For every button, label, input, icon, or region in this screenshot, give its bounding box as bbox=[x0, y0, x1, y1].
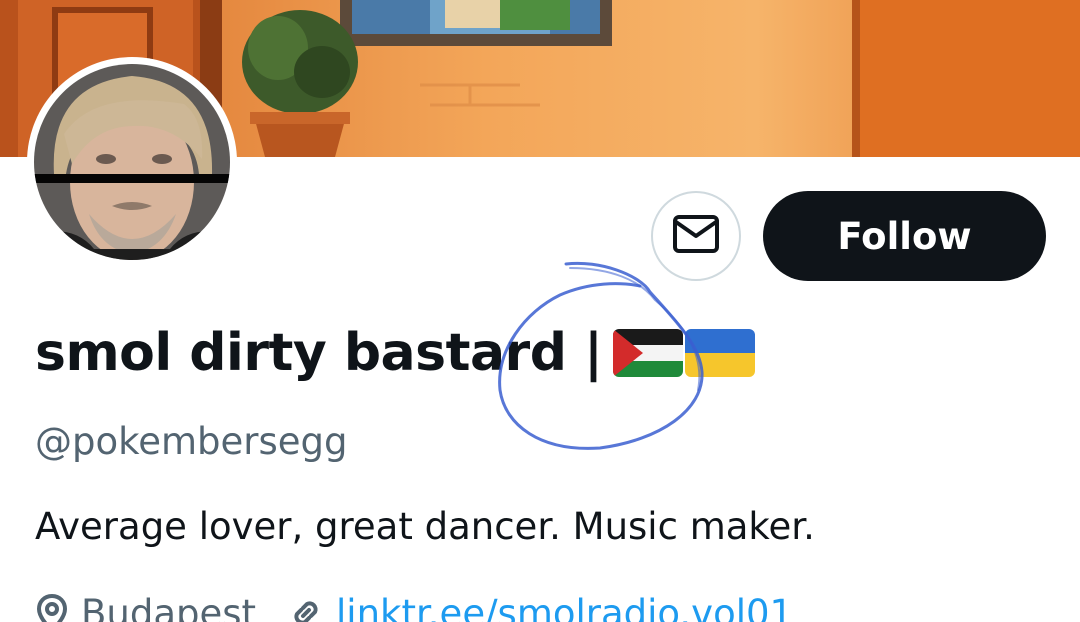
follow-button-label: Follow bbox=[837, 214, 972, 258]
location-text: Budapest bbox=[81, 591, 257, 622]
profile-meta-row: Budapest linktr.ee/smolradio.vol01 bbox=[35, 588, 793, 622]
display-name: smol dirty bastard | bbox=[35, 318, 755, 388]
profile-link[interactable]: linktr.ee/smolradio.vol01 bbox=[336, 592, 793, 622]
location-item: Budapest bbox=[35, 592, 256, 622]
link-icon bbox=[288, 595, 336, 622]
location-pin-icon bbox=[35, 593, 81, 622]
profile-handle: @pokembersegg bbox=[35, 420, 348, 463]
display-name-text: smol dirty bastard | bbox=[35, 323, 603, 383]
mail-icon bbox=[672, 214, 720, 259]
ukraine-flag-icon bbox=[684, 327, 755, 379]
avatar-photo bbox=[34, 64, 230, 260]
profile-page: Follow smol dirty bastard | @pokemberseg… bbox=[0, 0, 1080, 622]
palestine-flag-icon bbox=[612, 327, 683, 379]
follow-button[interactable]: Follow bbox=[763, 191, 1046, 281]
link-item[interactable]: linktr.ee/smolradio.vol01 bbox=[288, 592, 793, 622]
message-button[interactable] bbox=[651, 191, 741, 281]
profile-bio: Average lover, great dancer. Music maker… bbox=[35, 505, 815, 548]
profile-avatar[interactable] bbox=[27, 57, 237, 267]
